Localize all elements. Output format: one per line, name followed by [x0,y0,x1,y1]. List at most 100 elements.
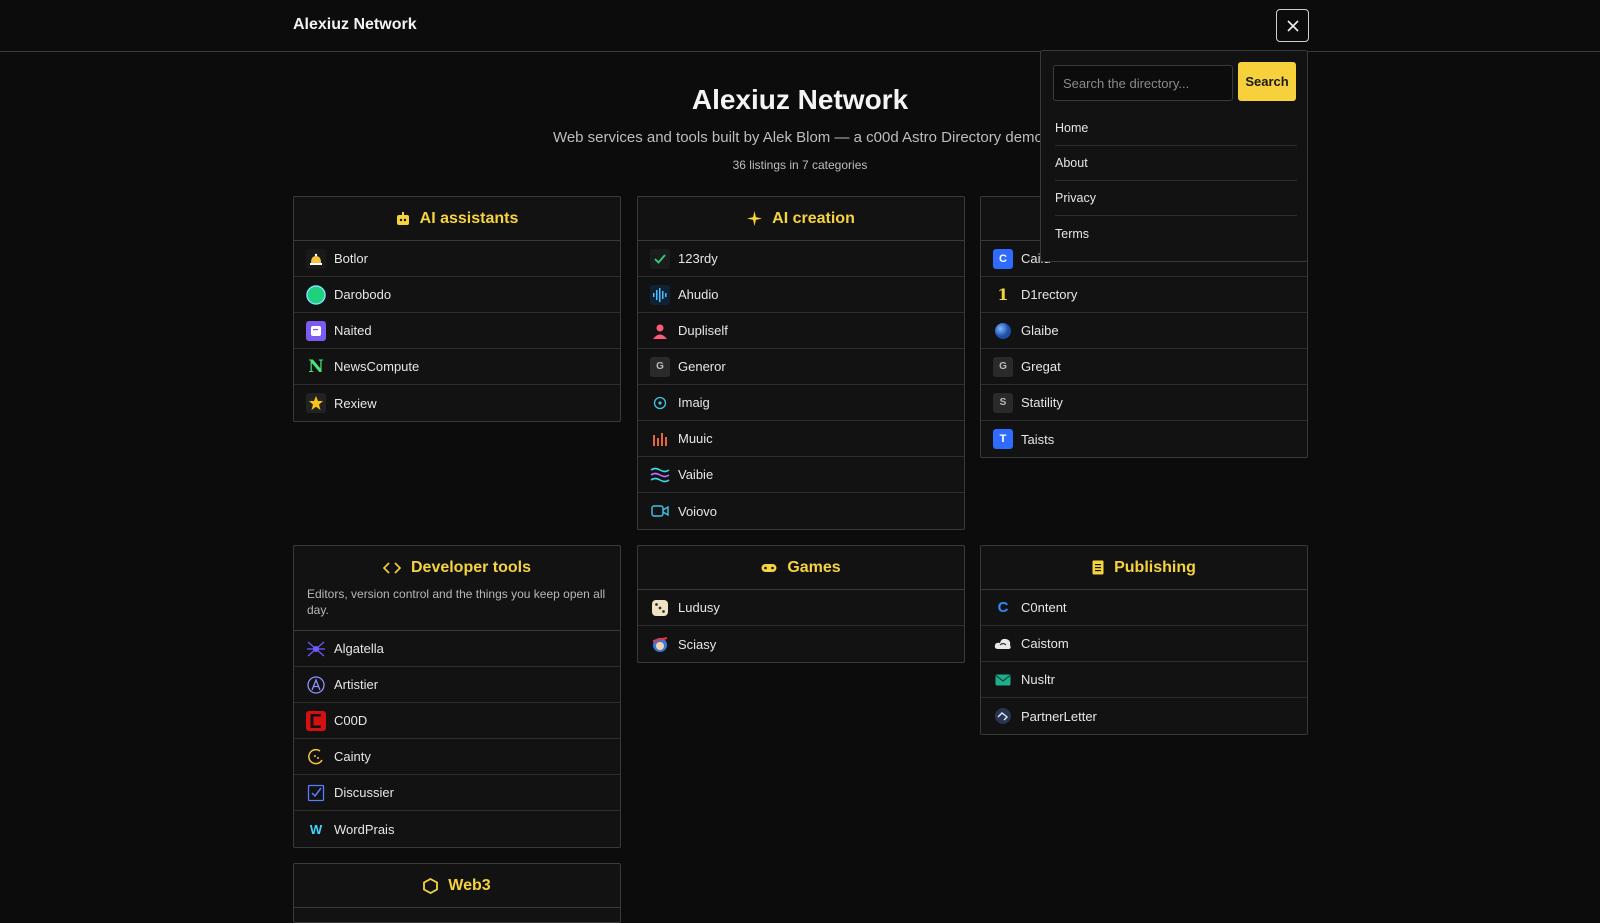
menu-item-about[interactable]: About [1055,146,1297,181]
category-publishing: Publishing C C0ntent Caistom Nusltr Part… [980,545,1308,735]
listing-caistom[interactable]: Caistom [981,626,1307,662]
waves-icon [650,465,670,485]
listing-c00d[interactable]: C00D [294,703,620,739]
page-title: Alexiuz Network [691,84,909,115]
listing-ludusy[interactable]: Ludusy [638,590,964,626]
nav-dropdown: Search Home About Privacy Terms [1040,50,1308,262]
listing-label: 123rdy [678,251,718,266]
listing-discussier[interactable]: Discussier [294,775,620,811]
category-title: Web3 [448,876,491,894]
letter-n-icon: N [308,356,324,377]
listing-glaibe[interactable]: Glaibe [981,313,1307,349]
category-header[interactable]: AI creation [638,197,964,241]
letter-s-icon: S [993,392,1013,413]
listing-label: C0ntent [1021,600,1067,615]
chat-icon [306,320,326,341]
listing-label: Voiovo [678,503,718,519]
listing-label: Nusltr [1021,672,1055,687]
listing-imaig[interactable]: Imaig [638,385,964,421]
listing-label: Imaig [678,395,710,410]
close-icon [1286,19,1299,32]
cloud-icon [993,634,1013,654]
listing-botlor[interactable]: Botlor [294,241,620,277]
search-button[interactable]: Search [1238,62,1296,101]
category-header[interactable]: AI assistants [294,197,620,241]
listing-darobodo[interactable]: Darobodo [294,277,620,313]
nav-menu: Home About Privacy Terms [1055,111,1297,251]
mascot-icon [650,634,670,654]
category-games: Games Ludusy Sciasy [637,545,965,663]
category-header[interactable]: Web3 [294,864,620,908]
digit-one-icon: 1 [997,285,1009,304]
listing-cainty[interactable]: Cainty [294,739,620,775]
listing-label: Discussier [334,785,394,800]
category-header[interactable]: Publishing [981,546,1307,590]
listing-voiovo[interactable]: Voiovo [638,493,964,529]
listing-label: NewsCompute [334,359,420,374]
listing-label: Naited [334,323,372,338]
c00d-logo-icon [306,710,326,731]
letter-a-circle-icon [306,675,326,695]
listing-dupliself[interactable]: Dupliself [638,313,964,349]
brand-link[interactable]: Alexiuz Network [293,16,417,34]
hexagon-icon [423,877,439,894]
listing-naited[interactable]: Naited [294,313,620,349]
listing-newscompute[interactable]: N NewsCompute [294,349,620,385]
robot-icon [396,211,409,225]
check-icon [650,248,670,269]
sparkle-icon [747,211,763,226]
letter-c-icon: C [993,248,1013,269]
category-title: Publishing [1114,558,1196,576]
listing-taists[interactable]: T Taists [981,421,1307,457]
listing-count: 36 listings in 7 categories [732,158,868,172]
listing-label: Sciasy [678,636,717,652]
search-input[interactable] [1053,65,1233,101]
listing-vaibie[interactable]: Vaibie [638,457,964,493]
listing-label: Taists [1021,431,1055,447]
listing-generor[interactable]: G Generor [638,349,964,385]
letter-w-icon: W [309,821,323,837]
category-title: Games [787,558,841,576]
target-icon [650,393,670,413]
checkbox-icon [306,783,326,803]
listing-label: Muuic [678,431,713,446]
listing-label: Darobodo [334,287,392,302]
top-bar: Alexiuz Network [0,0,1600,52]
listing-label: Vaibie [678,467,714,482]
listing-c0ntent[interactable]: C C0ntent [981,590,1307,626]
category-title: Developer tools [410,559,532,576]
listing-label: WordPrais [334,821,395,837]
letter-g-icon: G [993,356,1013,377]
video-camera-icon [650,501,670,521]
listing-sciasy[interactable]: Sciasy [638,626,964,662]
globe-icon [993,321,1013,341]
listing-wordprais[interactable]: W WordPrais [294,811,620,847]
moon-icon [306,747,326,767]
page-subtitle: Web services and tools built by Alek Blo… [552,129,1048,146]
listing-algatella[interactable]: Algatella [294,631,620,667]
listing-gregat[interactable]: G Gregat [981,349,1307,385]
category-header[interactable]: Games [638,546,964,590]
listing-d1rectory[interactable]: 1 D1rectory [981,277,1307,313]
close-menu-button[interactable] [1276,9,1309,42]
category-web3: Web3 [293,863,621,923]
listing-artistier[interactable]: Artistier [294,667,620,703]
person-icon [650,321,670,341]
listing-label: Artistier [334,677,379,692]
menu-item-privacy[interactable]: Privacy [1055,181,1297,216]
menu-item-home[interactable]: Home [1055,111,1297,146]
listing-label: Glaibe [1021,323,1059,338]
category-header[interactable]: Developer tools [294,546,620,590]
category-ai-creation: AI creation 123rdy Ahudio Dupliself G Ge… [637,196,965,530]
listing-partnerletter[interactable]: PartnerLetter [981,698,1307,734]
category-ai-assistants: AI assistants Botlor Darobodo Naited N N… [293,196,621,422]
listing-muuic[interactable]: Muuic [638,421,964,457]
spider-icon [306,639,326,659]
listing-rexiew[interactable]: Rexiew [294,385,620,421]
listing-label: D1rectory [1021,287,1078,302]
listing-ahudio[interactable]: Ahudio [638,277,964,313]
listing-123rdy[interactable]: 123rdy [638,241,964,277]
listing-nusltr[interactable]: Nusltr [981,662,1307,698]
menu-item-terms[interactable]: Terms [1055,216,1297,251]
listing-statility[interactable]: S Statility [981,385,1307,421]
